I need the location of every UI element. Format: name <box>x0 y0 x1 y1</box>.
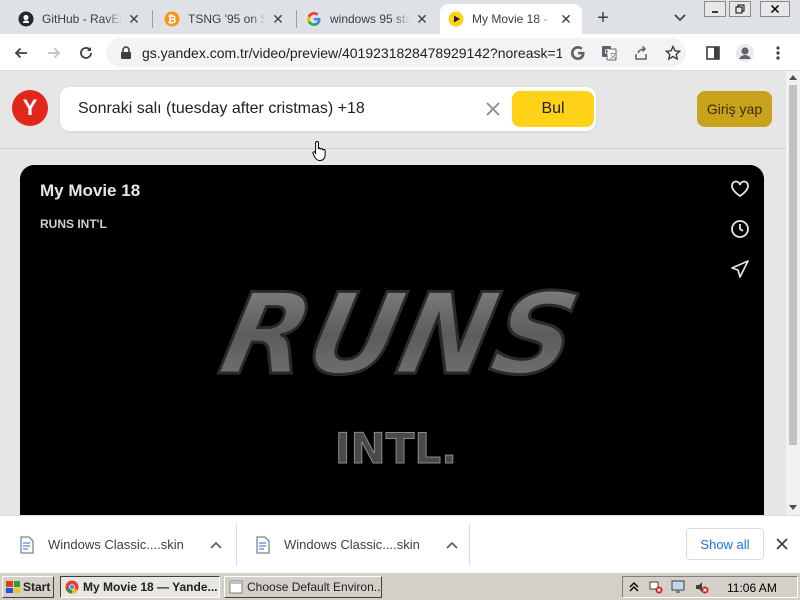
yandex-logo[interactable]: Y <box>12 90 48 126</box>
tab-search-chevron-icon[interactable] <box>670 8 690 28</box>
video-title: My Movie 18 <box>40 181 141 200</box>
video-player[interactable]: RUNS INTL. My Movie 18 RUNS INT'L <box>20 165 764 515</box>
svg-text:文: 文 <box>610 51 617 60</box>
svg-text:₿: ₿ <box>168 13 177 26</box>
clear-search-icon[interactable] <box>482 98 504 120</box>
file-icon <box>256 536 270 553</box>
search-box[interactable]: Sonraki salı (tuesday after cristmas) +1… <box>60 87 596 131</box>
start-label: Start <box>23 580 51 594</box>
taskbar-button-label: Choose Default Environ... <box>247 580 382 594</box>
bitcoin-icon: ₿ <box>164 11 180 27</box>
browser-toolbar: gs.yandex.com.tr/video/preview/401923182… <box>0 34 800 71</box>
forward-icon[interactable] <box>43 42 65 64</box>
network-warning-icon[interactable] <box>649 580 663 594</box>
chevron-up-icon[interactable] <box>444 537 460 553</box>
search-button[interactable]: Bul <box>512 91 594 127</box>
tab-title: windows 95 sta <box>330 12 410 26</box>
back-icon[interactable] <box>10 42 32 64</box>
search-input[interactable]: Sonraki salı (tuesday after cristmas) +1… <box>78 100 365 118</box>
taskbar-button-chrome[interactable]: My Movie 18 — Yande... <box>60 576 220 598</box>
download-separator <box>469 524 470 566</box>
download-bar: Windows Classic....skin Windows Classic.… <box>0 515 800 572</box>
tab-title: My Movie 18 - <box>472 12 548 26</box>
monitor-icon[interactable] <box>671 580 685 594</box>
google-icon <box>306 11 322 27</box>
tab-tsng[interactable]: ₿ TSNG '95 on Su ✕ <box>156 4 294 34</box>
windows-flag-icon <box>6 581 20 593</box>
show-all-button[interactable]: Show all <box>686 528 764 560</box>
tray-expand-icon[interactable] <box>627 580 641 594</box>
close-download-bar-icon[interactable] <box>772 534 792 554</box>
address-bar[interactable]: gs.yandex.com.tr/video/preview/401923182… <box>106 38 686 67</box>
system-tray: 11:06 AM <box>622 576 798 598</box>
tab-title: GitHub - RavEn <box>42 12 122 26</box>
windows-taskbar: Start My Movie 18 — Yande... Choose Defa… <box>0 572 800 600</box>
logo-main-text: RUNS <box>210 269 589 400</box>
tab-github[interactable]: GitHub - RavEn ✕ <box>10 4 150 34</box>
volume-muted-icon[interactable] <box>695 580 709 594</box>
close-tab-icon[interactable]: ✕ <box>558 11 574 27</box>
bookmark-star-icon[interactable] <box>663 43 683 63</box>
tab-title: TSNG '95 on Su <box>188 12 266 26</box>
tab-strip: GitHub - RavEn ✕ ₿ TSNG '95 on Su ✕ wind… <box>0 0 800 34</box>
download-file-name: Windows Classic....skin <box>284 537 420 552</box>
lock-icon[interactable] <box>116 43 136 63</box>
menu-kebab-icon[interactable] <box>767 42 789 64</box>
tab-my-movie[interactable]: My Movie 18 - ✕ <box>440 4 582 34</box>
scrollbar-thumb[interactable] <box>789 85 797 445</box>
close-tab-icon[interactable]: ✕ <box>414 11 430 27</box>
yandex-header: Y Sonraki salı (tuesday after cristmas) … <box>0 71 786 149</box>
scroll-up-arrow-icon[interactable] <box>789 75 797 80</box>
taskbar-clock[interactable]: 11:06 AM <box>727 581 777 595</box>
start-button[interactable]: Start <box>2 576 54 598</box>
close-tab-icon[interactable]: ✕ <box>270 11 286 27</box>
chevron-up-icon[interactable] <box>208 537 224 553</box>
taskbar-button-environment[interactable]: Choose Default Environ... <box>224 576 382 598</box>
download-item[interactable]: Windows Classic....skin <box>236 516 469 573</box>
reload-icon[interactable] <box>75 42 97 64</box>
runs-intl-logo-frame: RUNS INTL. <box>209 268 591 474</box>
download-file-name: Windows Classic....skin <box>48 537 184 552</box>
login-button[interactable]: Giriş yap <box>697 91 772 127</box>
tab-separator <box>296 10 297 28</box>
close-tab-icon[interactable]: ✕ <box>126 11 142 27</box>
chrome-icon <box>65 580 79 594</box>
video-channel[interactable]: RUNS INT'L <box>40 217 107 231</box>
minimize-window-button[interactable] <box>704 1 726 17</box>
tab-google[interactable]: windows 95 sta ✕ <box>298 4 438 34</box>
download-item[interactable]: Windows Classic....skin <box>0 516 236 573</box>
url-text[interactable]: gs.yandex.com.tr/video/preview/401923182… <box>142 45 562 61</box>
window-icon <box>229 580 243 594</box>
profile-avatar-icon[interactable] <box>734 42 756 64</box>
watch-later-clock-icon[interactable] <box>728 217 752 241</box>
page-scrollbar[interactable] <box>786 71 800 515</box>
new-tab-button[interactable]: + <box>590 6 616 30</box>
file-icon <box>20 536 34 553</box>
scroll-down-arrow-icon[interactable] <box>789 505 797 510</box>
yandex-video-icon <box>448 11 464 27</box>
google-lens-icon[interactable] <box>568 43 588 63</box>
side-panel-icon[interactable] <box>702 42 724 64</box>
hand-cursor-icon <box>312 140 326 161</box>
heart-icon[interactable] <box>728 177 752 201</box>
logo-sub-text: INTL. <box>335 424 457 473</box>
tab-separator <box>152 10 153 28</box>
share-send-icon[interactable] <box>728 257 752 281</box>
taskbar-button-label: My Movie 18 — Yande... <box>83 580 218 594</box>
github-icon <box>18 11 34 27</box>
restore-window-button[interactable] <box>729 1 751 17</box>
translate-icon[interactable]: G文 <box>599 43 619 63</box>
page-content: Y Sonraki salı (tuesday after cristmas) … <box>0 71 786 515</box>
share-icon[interactable] <box>631 43 651 63</box>
close-window-button[interactable] <box>760 1 790 17</box>
